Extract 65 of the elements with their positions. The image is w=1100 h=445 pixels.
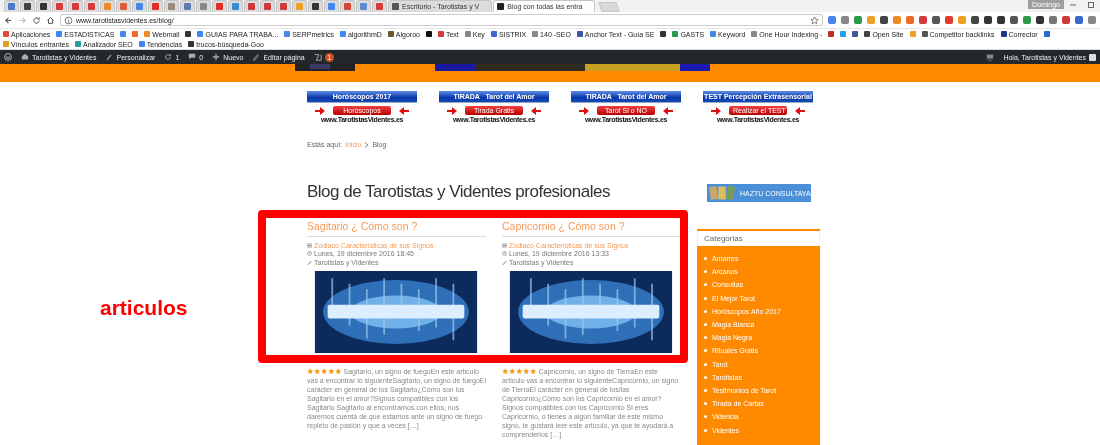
- arrow-icon: [711, 106, 721, 115]
- wordpress-icon[interactable]: [4, 53, 12, 61]
- info-icon: [64, 15, 73, 25]
- chevron-icon: [364, 141, 370, 148]
- bullet-icon: [704, 270, 707, 274]
- bullet-icon: [704, 296, 707, 300]
- bookmark-icon: [464, 31, 471, 37]
- bullet-icon: [704, 415, 707, 419]
- star-icon[interactable]: [810, 15, 819, 25]
- bookmark-icon: [710, 31, 717, 37]
- bullet-icon: [704, 349, 707, 353]
- bullet-icon: [704, 402, 707, 406]
- bullet-icon: [704, 309, 707, 313]
- bookmark-icon: [339, 31, 346, 37]
- arrow-icon: [531, 106, 541, 115]
- bookmark-icon: [387, 31, 394, 37]
- clock-icon: [502, 251, 507, 257]
- bookmark-icon: [1000, 31, 1007, 37]
- bookmark-icon: [751, 31, 758, 37]
- page-icon: [392, 3, 399, 10]
- bullet-icon: [704, 375, 707, 379]
- bullet-icon: [704, 283, 707, 287]
- bullet-icon: [704, 428, 707, 432]
- annotation-label: articulos: [100, 296, 188, 320]
- browser-tab[interactable]: [308, 0, 323, 12]
- arrow-icon: [795, 106, 805, 115]
- arrow-icon: [399, 106, 409, 115]
- pencil-icon: [252, 53, 261, 61]
- arrow-icon: [315, 106, 325, 115]
- bullet-icon: [704, 323, 707, 327]
- bullet-icon: [704, 388, 707, 392]
- widget-title: Categorias: [697, 231, 820, 246]
- bullet-icon: [704, 362, 707, 366]
- bullet-icon: [704, 336, 707, 340]
- comment-icon: [188, 53, 197, 61]
- bullet-icon: [704, 257, 707, 261]
- arrow-icon: [447, 106, 457, 115]
- bookmark-icon: [532, 31, 539, 37]
- bookmark-icon: [490, 31, 497, 37]
- page-icon: [497, 3, 505, 10]
- pencil-icon: [502, 259, 507, 265]
- back-icon[interactable]: [4, 15, 13, 25]
- arrow-icon: [579, 106, 589, 115]
- clock-icon: [307, 251, 312, 257]
- forward-icon[interactable]: [18, 15, 27, 25]
- home-icon: [21, 53, 29, 61]
- plus-icon: [212, 53, 221, 61]
- bookmark-icon: [576, 31, 583, 37]
- home-icon[interactable]: [46, 15, 55, 25]
- screen-icon[interactable]: [986, 53, 995, 61]
- browser-tab[interactable]: [36, 0, 51, 12]
- list-icon: [502, 242, 507, 248]
- browser-tab[interactable]: [20, 0, 35, 12]
- page-title: Blog de Tarotistas y Videntes profesionales: [307, 182, 611, 203]
- brush-icon: [105, 53, 114, 61]
- reload-icon[interactable]: [32, 15, 41, 25]
- avatar-icon: [1089, 53, 1096, 61]
- list-icon: [307, 242, 312, 248]
- bookmark-icon: [75, 41, 81, 47]
- arrow-icon: [663, 106, 673, 115]
- bookmark-icon: [56, 31, 63, 37]
- pencil-icon: [307, 259, 312, 265]
- refresh-icon: [164, 53, 173, 61]
- cards-icon: [709, 185, 737, 201]
- bookmark-icon: [284, 31, 291, 37]
